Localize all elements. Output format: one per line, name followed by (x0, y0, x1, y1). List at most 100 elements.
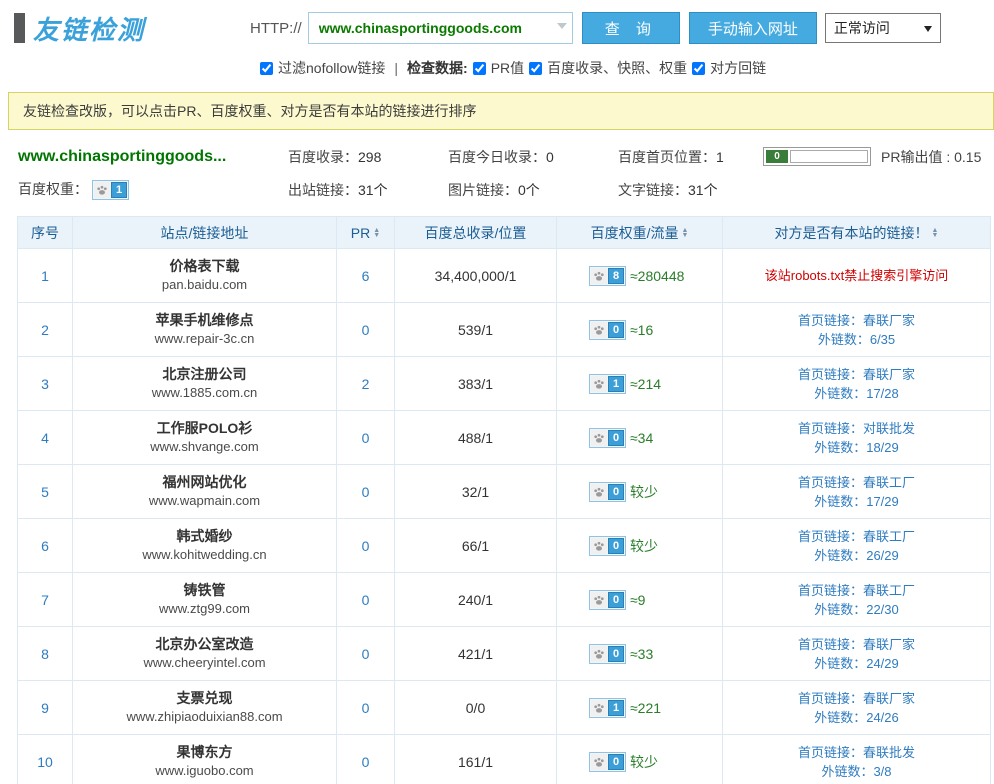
backlink-home-link[interactable]: 首页链接：春联厂家 (723, 311, 990, 330)
stat-baidu-weight: 百度权重：1 (18, 179, 288, 200)
backlink-home-link[interactable]: 首页链接：春联工厂 (723, 527, 990, 546)
target-domain[interactable]: www.chinasportinggoods... (18, 148, 288, 166)
site-name[interactable]: 苹果手机维修点 (73, 311, 336, 330)
summary-panel: www.chinasportinggoods... 百度收录：298 百度今日收… (18, 140, 994, 206)
backlink-home-link[interactable]: 首页链接：春联批发 (723, 743, 990, 762)
weight-value: 0 (608, 484, 624, 500)
sort-icon (681, 228, 688, 238)
access-mode-select[interactable]: 正常访问 (825, 13, 941, 43)
backlink-home-link[interactable]: 首页链接：春联厂家 (723, 365, 990, 384)
traffic-estimate: ≈34 (630, 430, 653, 446)
pr-output-label: PR输出值 : 0.15 (881, 147, 981, 167)
baidu-total-cell: 383/1 (395, 357, 557, 411)
traffic-estimate: ≈221 (630, 700, 661, 716)
header-weight-sort[interactable]: 百度权重/流量 (557, 217, 723, 249)
site-cell[interactable]: 果博东方 www.iguobo.com (73, 735, 337, 784)
site-cell[interactable]: 北京办公室改造 www.cheeryintel.com (73, 627, 337, 681)
backlink-count[interactable]: 外链数：22/30 (723, 600, 990, 619)
site-url[interactable]: www.repair-3c.cn (73, 330, 336, 348)
site-name[interactable]: 工作服POLO衫 (73, 419, 336, 438)
site-url[interactable]: www.iguobo.com (73, 762, 336, 780)
backlink-option-label: 对方回链 (710, 58, 766, 78)
backlink-count[interactable]: 外链数：18/29 (723, 438, 990, 457)
pr-option-label: PR值 (491, 58, 524, 78)
site-cell[interactable]: 北京注册公司 www.1885.com.cn (73, 357, 337, 411)
sort-icon (373, 228, 380, 238)
backlink-count[interactable]: 外链数：6/35 (723, 330, 990, 349)
site-url[interactable]: www.1885.com.cn (73, 384, 336, 402)
pr-checkbox[interactable] (473, 62, 486, 75)
site-url[interactable]: www.zhipiaoduixian88.com (73, 708, 336, 726)
baidu-checkbox[interactable] (529, 62, 542, 75)
page-title: 友链检测 (33, 10, 145, 47)
weight-value: 0 (608, 592, 624, 608)
weight-value: 0 (608, 646, 624, 662)
header-backlink-sort[interactable]: 对方是否有本站的链接！ (723, 217, 991, 249)
weight-value: 8 (608, 268, 624, 284)
weight-value: 1 (608, 700, 624, 716)
site-name[interactable]: 铸铁管 (73, 581, 336, 600)
site-name[interactable]: 韩式婚纱 (73, 527, 336, 546)
stat-outbound-links: 出站链接：31个 (288, 180, 448, 200)
pr-bar-value: 0 (766, 150, 788, 163)
backlink-home-link[interactable]: 首页链接：春联厂家 (723, 635, 990, 654)
backlink-count[interactable]: 外链数：24/26 (723, 708, 990, 727)
nofollow-checkbox[interactable] (260, 62, 273, 75)
backlink-count[interactable]: 外链数：26/29 (723, 546, 990, 565)
site-cell[interactable]: 韩式婚纱 www.kohitwedding.cn (73, 519, 337, 573)
pr-cell: 0 (337, 411, 395, 465)
baidu-total-cell: 488/1 (395, 411, 557, 465)
site-url[interactable]: www.ztg99.com (73, 600, 336, 618)
site-name[interactable]: 果博东方 (73, 743, 336, 762)
site-url[interactable]: www.wapmain.com (73, 492, 336, 510)
table-row: 1 价格表下载 pan.baidu.com 6 34,400,000/1 8 ≈… (18, 249, 991, 303)
backlink-home-link[interactable]: 首页链接：春联工厂 (723, 581, 990, 600)
weight-value: 1 (608, 376, 624, 392)
table-row: 3 北京注册公司 www.1885.com.cn 2 383/1 1 ≈214 … (18, 357, 991, 411)
baidu-total-cell: 539/1 (395, 303, 557, 357)
site-cell[interactable]: 苹果手机维修点 www.repair-3c.cn (73, 303, 337, 357)
baidu-weight-badge: 1 (92, 180, 129, 200)
backlink-cell: 首页链接：春联厂家 外链数：24/29 (723, 627, 991, 681)
backlink-count[interactable]: 外链数：24/29 (723, 654, 990, 673)
row-index: 3 (18, 357, 73, 411)
backlink-home-link[interactable]: 首页链接：春联厂家 (723, 689, 990, 708)
backlink-count[interactable]: 外链数：17/29 (723, 492, 990, 511)
backlink-count[interactable]: 外链数：17/28 (723, 384, 990, 403)
paw-icon (591, 592, 607, 608)
backlink-home-link[interactable]: 首页链接：春联工厂 (723, 473, 990, 492)
chevron-down-icon[interactable] (557, 23, 567, 29)
site-cell[interactable]: 工作服POLO衫 www.shvange.com (73, 411, 337, 465)
site-url[interactable]: www.cheeryintel.com (73, 654, 336, 672)
backlink-checkbox[interactable] (692, 62, 705, 75)
paw-icon (94, 182, 110, 198)
manual-input-button[interactable]: 手动输入网址 (689, 12, 817, 44)
traffic-estimate: 较少 (630, 482, 658, 502)
weight-cell: 8 ≈280448 (557, 249, 723, 303)
site-cell[interactable]: 福州网站优化 www.wapmain.com (73, 465, 337, 519)
backlink-count[interactable]: 外链数：3/8 (723, 762, 990, 781)
site-url[interactable]: pan.baidu.com (73, 276, 336, 294)
weight-value: 0 (608, 754, 624, 770)
table-header-row: 序号 站点/链接地址 PR 百度总收录/位置 百度权重/流量 对方是否有本站的链… (18, 217, 991, 249)
site-url[interactable]: www.shvange.com (73, 438, 336, 456)
site-name[interactable]: 北京办公室改造 (73, 635, 336, 654)
weight-value: 0 (608, 538, 624, 554)
site-name[interactable]: 福州网站优化 (73, 473, 336, 492)
site-url[interactable]: www.kohitwedding.cn (73, 546, 336, 564)
pr-cell: 0 (337, 735, 395, 784)
site-cell[interactable]: 价格表下载 pan.baidu.com (73, 249, 337, 303)
backlink-home-link[interactable]: 首页链接：对联批发 (723, 419, 990, 438)
site-cell[interactable]: 铸铁管 www.ztg99.com (73, 573, 337, 627)
site-name[interactable]: 支票兑现 (73, 689, 336, 708)
header-pr-sort[interactable]: PR (337, 217, 395, 249)
query-button[interactable]: 查 询 (582, 12, 680, 44)
url-input[interactable] (308, 12, 573, 44)
site-name[interactable]: 价格表下载 (73, 257, 336, 276)
backlink-error-text: 该站robots.txt禁止搜索引擎访问 (723, 266, 990, 285)
pr-cell: 2 (337, 357, 395, 411)
stat-baidu-index: 百度收录：298 (288, 147, 448, 167)
site-name[interactable]: 北京注册公司 (73, 365, 336, 384)
site-cell[interactable]: 支票兑现 www.zhipiaoduixian88.com (73, 681, 337, 735)
baidu-weight-badge: 1 (589, 698, 626, 718)
